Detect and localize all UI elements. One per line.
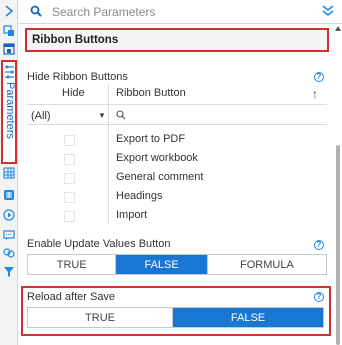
table-divider xyxy=(27,124,327,125)
help-icon[interactable]: ? xyxy=(314,240,324,250)
ribbon-button-name: Import xyxy=(116,209,148,221)
option-formula[interactable]: FORMULA xyxy=(208,255,326,274)
parameters-icon xyxy=(4,65,15,82)
help-icon[interactable]: ? xyxy=(314,292,324,302)
hide-checkbox[interactable] xyxy=(64,211,75,222)
update-values-label: Enable Update Values Button xyxy=(27,238,171,250)
collapse-arrow-icon[interactable] xyxy=(2,4,16,18)
ribbon-button-name: Export workbook xyxy=(116,152,198,164)
option-false[interactable]: FALSE xyxy=(116,255,208,274)
table-divider xyxy=(27,104,327,105)
ribbon-button-name: Export to PDF xyxy=(116,133,186,145)
parameters-tab[interactable]: Parameters xyxy=(1,60,17,164)
play-icon[interactable] xyxy=(2,208,16,222)
hide-checkbox[interactable] xyxy=(64,192,75,203)
scrollbar-thumb[interactable] xyxy=(336,145,340,345)
data-source-icon[interactable] xyxy=(2,24,16,38)
column-header-ribbon-button[interactable]: Ribbon Button xyxy=(116,87,186,105)
search-bar xyxy=(19,0,342,24)
filter-search-icon[interactable] xyxy=(116,110,126,123)
parameters-tab-label: Parameters xyxy=(4,82,16,139)
reload-after-save-label: Reload after Save xyxy=(27,291,116,303)
help-icon[interactable]: ? xyxy=(314,72,324,82)
hide-checkbox[interactable] xyxy=(64,154,75,165)
hide-filter-select[interactable]: (All) xyxy=(31,110,51,122)
collapse-all-icon[interactable] xyxy=(322,4,334,21)
left-toolbar: Parameters xyxy=(0,0,18,345)
table-icon[interactable] xyxy=(2,188,16,202)
hide-checkbox[interactable] xyxy=(64,135,75,146)
update-values-toggle: TRUE FALSE FORMULA xyxy=(27,254,327,275)
grid-icon[interactable] xyxy=(2,166,16,180)
filter-icon[interactable] xyxy=(2,265,16,279)
scroll-up-icon[interactable] xyxy=(335,26,341,31)
section-title: Ribbon Buttons xyxy=(32,34,119,46)
link-icon[interactable] xyxy=(2,246,16,260)
ribbon-button-name: Headings xyxy=(116,190,163,202)
column-header-hide[interactable]: Hide xyxy=(62,87,85,105)
ribbon-button-name: General comment xyxy=(116,171,204,183)
column-divider xyxy=(108,84,109,224)
sort-icon[interactable]: ↑ xyxy=(312,87,318,101)
chevron-down-icon[interactable]: ▼ xyxy=(98,111,106,120)
search-icon xyxy=(30,5,42,20)
comment-icon[interactable] xyxy=(2,228,16,242)
layout-icon[interactable] xyxy=(2,42,16,56)
section-header-ribbon-buttons[interactable]: Ribbon Buttons xyxy=(25,28,329,52)
search-input[interactable] xyxy=(52,3,302,21)
option-true[interactable]: TRUE xyxy=(28,255,117,274)
hide-ribbon-label: Hide Ribbon Buttons xyxy=(27,71,128,83)
option-false[interactable]: FALSE xyxy=(173,308,323,327)
option-true[interactable]: TRUE xyxy=(28,308,174,327)
hide-checkbox[interactable] xyxy=(64,173,75,184)
reload-after-save-toggle: TRUE FALSE xyxy=(27,307,324,328)
